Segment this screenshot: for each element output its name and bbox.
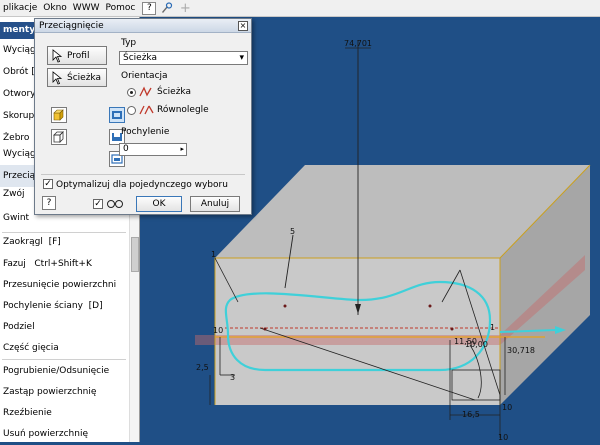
separator	[41, 174, 245, 175]
dim-text[interactable]: 10	[498, 433, 508, 442]
dim-text[interactable]: 2,5	[196, 363, 209, 372]
orientation-path-label: Ścieżka	[157, 87, 191, 97]
feature-fillet[interactable]: Zaokrągl [F]	[0, 231, 128, 253]
feature-label: Zastąp powierzchnię	[3, 387, 97, 397]
dim-text[interactable]: 5	[290, 227, 295, 236]
surface-output-icon[interactable]	[51, 129, 67, 145]
dim-text[interactable]: 1	[211, 250, 216, 259]
box-front-face	[215, 258, 500, 405]
chevron-down-icon: ▾	[239, 53, 244, 63]
dim-text[interactable]: 3	[230, 373, 235, 382]
feature-split[interactable]: Podziel	[0, 316, 128, 338]
feature-label: Część gięcia	[3, 343, 59, 353]
ok-button[interactable]: OK	[136, 196, 182, 212]
feature-bend-part[interactable]: Część gięcia	[0, 337, 128, 359]
feature-label: Pochylenie ściany	[3, 301, 83, 311]
orientation-parallel-label: Równolegle	[157, 105, 209, 115]
type-dropdown[interactable]: Ścieżka ▾	[119, 51, 248, 65]
dim-text-height[interactable]: 74,701	[344, 39, 372, 48]
orientation-parallel-radio[interactable]	[127, 106, 136, 115]
ok-label: OK	[152, 199, 166, 209]
help-icon[interactable]: ?	[142, 1, 157, 15]
dim-text[interactable]: 10	[502, 403, 512, 412]
close-icon[interactable]: ×	[238, 21, 248, 31]
feature-face-draft[interactable]: Pochylenie ściany [D]	[0, 295, 128, 317]
sketch-point	[428, 304, 432, 308]
menu-bar: plikacje Okno WWW Pomoc ? +	[0, 0, 600, 17]
menu-applications[interactable]: plikacje	[0, 0, 40, 17]
sketch-point	[263, 327, 267, 331]
feature-chamfer[interactable]: Fazuj Ctrl+Shift+K	[0, 253, 128, 275]
help-icon[interactable]: ?	[42, 196, 56, 210]
dim-text[interactable]: 16,5	[462, 410, 480, 419]
dim-text-width[interactable]: 30,718	[507, 346, 535, 355]
sweep-dialog: Przeciągnięcie × Profil Ścieżka Typ Ście…	[34, 18, 252, 215]
feature-label: Przesunięcie powierzchni	[3, 280, 117, 290]
scroll-thumb[interactable]	[131, 237, 139, 272]
menu-help[interactable]: Pomoc	[103, 0, 139, 17]
cancel-label: Anuluj	[200, 199, 230, 209]
sketch-point	[450, 327, 454, 331]
feature-shortcut: Ctrl+Shift+K	[34, 259, 92, 269]
dialog-title: Przeciągnięcie	[39, 21, 104, 31]
dim-text[interactable]: 1	[490, 323, 495, 332]
glasses-icon	[107, 200, 123, 208]
cancel-button[interactable]: Anuluj	[190, 196, 240, 212]
add-icon[interactable]: +	[178, 1, 192, 16]
menu-window[interactable]: Okno	[40, 0, 70, 17]
taper-label: Pochylenie	[121, 127, 170, 137]
feature-label: Pogrubienie/Odsunięcie	[3, 366, 110, 376]
optimize-label: Optymalizuj dla pojedynczego wyboru	[56, 180, 228, 190]
feature-sculpt[interactable]: Rzeźbienie	[0, 402, 128, 424]
type-value: Ścieżka	[123, 53, 157, 63]
join-operation-icon[interactable]	[109, 107, 125, 123]
taper-input[interactable]: 0 ▸	[119, 143, 187, 156]
parallel-orientation-icon	[139, 105, 154, 115]
feature-label: Zwój	[3, 189, 25, 199]
profile-select-button[interactable]: Profil	[47, 46, 107, 65]
preview-checkbox[interactable]: ✓	[93, 199, 103, 209]
feature-replace-face[interactable]: Zastąp powierzchnię	[0, 381, 128, 403]
feature-label: Żebro	[3, 133, 30, 143]
feature-label: Rzeźbienie	[3, 408, 52, 418]
orientation-path-radio[interactable]	[127, 88, 136, 97]
dim-text[interactable]: 10,00	[465, 340, 488, 349]
feature-label: Zaokrągl	[3, 237, 43, 247]
orientation-label: Orientacja	[121, 71, 168, 81]
type-label: Typ	[121, 38, 137, 48]
profile-label: Profil	[67, 50, 90, 61]
feature-label: Gwint	[3, 213, 30, 223]
feature-thicken[interactable]: Pogrubienie/Odsunięcie	[0, 360, 128, 382]
feature-shortcut: [D]	[88, 301, 103, 311]
feature-label: Podziel	[3, 322, 35, 332]
feature-shortcut: [F]	[48, 237, 61, 247]
menu-www[interactable]: WWW	[70, 0, 103, 17]
path-label: Ścieżka	[67, 72, 101, 83]
path-select-button[interactable]: Ścieżka	[47, 68, 107, 87]
path-orientation-icon	[139, 86, 152, 97]
dialog-title-bar[interactable]: Przeciągnięcie	[35, 19, 251, 33]
feature-label: Otwory	[3, 89, 36, 99]
dim-text[interactable]: 10	[213, 326, 223, 335]
optimize-checkbox[interactable]: ✓	[43, 179, 53, 189]
tools-icon[interactable]	[160, 2, 174, 15]
feature-label: Fazuj	[3, 259, 26, 269]
taper-value: 0	[123, 144, 129, 154]
sketch-point	[283, 304, 287, 308]
solid-output-icon[interactable]	[51, 107, 67, 123]
feature-label: Obrót	[3, 67, 29, 77]
feature-offset-surface[interactable]: Przesunięcie powierzchni	[0, 274, 128, 296]
chevron-right-icon: ▸	[180, 145, 184, 153]
feature-label: Usuń powierzchnię	[3, 429, 88, 439]
cursor-icon	[52, 48, 63, 62]
cursor-icon	[52, 70, 63, 84]
